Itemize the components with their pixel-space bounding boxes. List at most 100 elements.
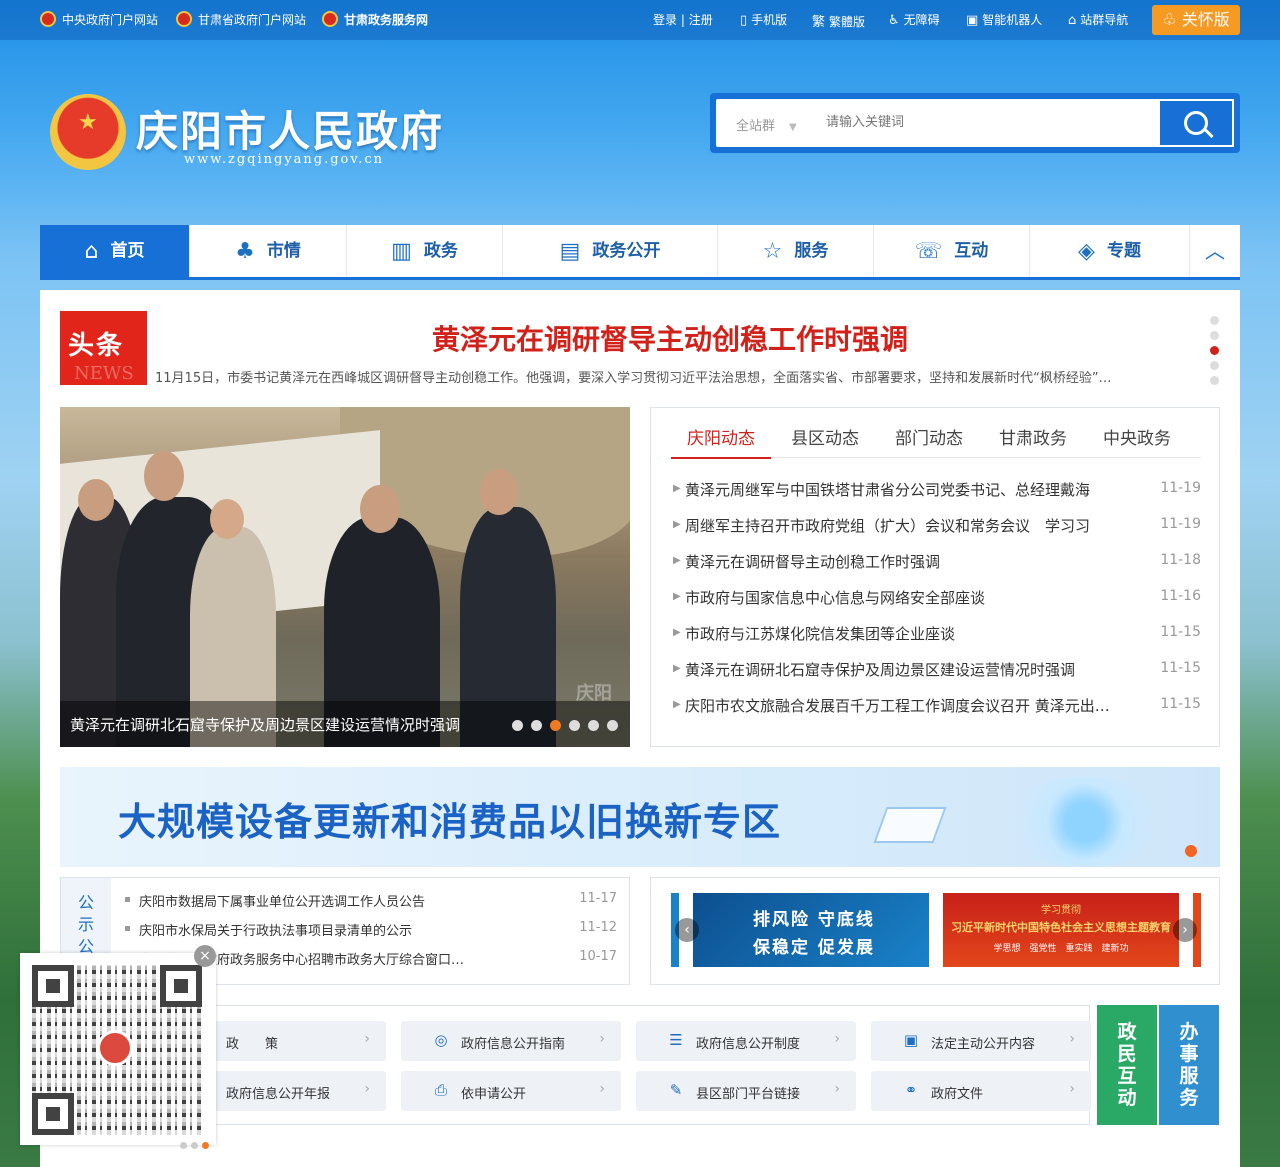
list-item[interactable]: ▶ 市政府与江苏煤化院信发集团等企业座谈 11-15: [671, 624, 1201, 662]
gov-documents-button[interactable]: ⚭ 政府文件 ›: [871, 1071, 1091, 1111]
care-mode-button[interactable]: ♧ 关怀版: [1152, 5, 1240, 35]
photo-caption-bar: 黄泽元在调研北石窟寺保护及周边景区建设运营情况时强调: [60, 701, 630, 747]
headline-title[interactable]: 黄泽元在调研督导主动创稳工作时强调: [160, 318, 1180, 358]
caret-right-icon: ▶: [673, 627, 681, 638]
link-gansu-service[interactable]: 甘肃政务服务网: [322, 11, 428, 28]
landmark-icon: ♣: [235, 239, 255, 264]
promo-slider: 排风险 守底线 保稳定 促发展 学习贯彻 习近平新时代中国特色社会主义思想主题教…: [650, 877, 1220, 985]
star-icon: ★: [78, 110, 98, 135]
nav-home[interactable]: ⌂ 首页: [40, 225, 190, 277]
collapse-nav-button[interactable]: ︿: [1190, 225, 1240, 277]
nav-city-info[interactable]: ♣ 市情: [190, 225, 347, 277]
national-emblem-icon: [322, 11, 338, 27]
tab-county-news[interactable]: 县区动态: [791, 424, 859, 449]
search-input[interactable]: [826, 107, 1146, 137]
login-register: 登录 | 注册: [653, 13, 713, 27]
nav-topics[interactable]: ◈ 专题: [1030, 225, 1190, 277]
qr-dot-active[interactable]: [202, 1142, 209, 1149]
apply-disclosure-button[interactable]: ⎙ 依申请公开 ›: [401, 1071, 621, 1111]
chevron-up-icon: ︿: [1205, 239, 1225, 263]
statutory-content-button[interactable]: ▣ 法定主动公开内容 ›: [871, 1021, 1091, 1061]
search-scope-select[interactable]: 全站群 ▼: [736, 115, 797, 134]
robot-link[interactable]: ▣ 智能机器人: [966, 11, 1042, 28]
list-item[interactable]: ▶ 周继军主持召开市政府党组（扩大）会议和常务会议 学习习 11-19: [671, 516, 1201, 554]
headline-dot[interactable]: [1210, 331, 1219, 340]
nav-interact[interactable]: ☏ 互动: [874, 225, 1030, 277]
disclosure-guide-button[interactable]: ◎ 政府信息公开指南 ›: [401, 1021, 621, 1061]
nav-service[interactable]: ☆ 服务: [718, 225, 874, 277]
photo-person-head: [210, 499, 244, 539]
photo-caption[interactable]: 黄泽元在调研北石窟寺保护及周边景区建设运营情况时强调: [70, 714, 460, 735]
national-emblem-icon: [176, 11, 192, 27]
site-title[interactable]: 庆阳市人民政府: [136, 98, 444, 159]
tab-department-news[interactable]: 部门动态: [895, 424, 963, 449]
list-item[interactable]: ▶ 黄泽元在调研北石窟寺保护及周边景区建设运营情况时强调 11-15: [671, 660, 1201, 698]
top-bar: 中央政府门户网站 甘肃省政府门户网站 甘肃政务服务网 登录 | 注册 ▯ 手机版 …: [0, 0, 1280, 40]
tab-qingyang-news[interactable]: 庆阳动态: [671, 424, 771, 459]
caret-right-icon: ▶: [673, 555, 681, 566]
promo-study-card[interactable]: 学习贯彻 习近平新时代中国特色社会主义思想主题教育 学思想 强党性 重实践 建新…: [943, 893, 1179, 967]
caret-right-icon: ▶: [673, 591, 681, 602]
photo-carousel[interactable]: 庆阳 黄泽元在调研北石窟寺保护及周边景区建设运营情况时强调: [60, 407, 630, 747]
tab-central-affairs[interactable]: 中央政务: [1103, 424, 1171, 449]
promo-risk-card[interactable]: 排风险 守底线 保稳定 促发展: [693, 893, 929, 967]
bullet-icon: [125, 926, 130, 931]
list-item[interactable]: 庆阳市数据局下属事业单位公开选调工作人员公告 11-17: [123, 891, 617, 923]
disclosure-system-button[interactable]: ☰ 政府信息公开制度 ›: [636, 1021, 856, 1061]
photo-dot[interactable]: [569, 720, 580, 731]
citizen-interaction-button[interactable]: 政民互动: [1097, 1005, 1157, 1125]
trade-in-banner[interactable]: 大规模设备更新和消费品以旧换新专区: [60, 767, 1220, 867]
caret-down-icon: ▼: [789, 122, 797, 133]
headline-summary[interactable]: 11月15日，市委书记黄泽元在西峰城区调研督导主动创稳工作。他强调，要深入学习贯…: [155, 367, 1195, 386]
caret-right-icon: ▶: [673, 699, 681, 710]
mobile-link[interactable]: ▯ 手机版: [740, 11, 787, 28]
qr-finder: [32, 965, 74, 1007]
chevron-right-icon: ›: [1069, 1081, 1075, 1097]
accessible-link[interactable]: ♿ 无障碍: [888, 11, 940, 28]
banner-dot-graphic: [1185, 845, 1197, 857]
qr-dot[interactable]: [191, 1142, 198, 1149]
list-item[interactable]: ▶ 市政府与国家信息中心信息与网络安全部座谈 11-16: [671, 588, 1201, 626]
chevron-right-icon: ›: [1069, 1031, 1075, 1047]
search-inner: 全站群 ▼: [716, 99, 1234, 147]
nav-disclosure[interactable]: ▤ 政务公开: [503, 225, 718, 277]
photo-dot-active[interactable]: [550, 720, 561, 731]
tab-gansu-affairs[interactable]: 甘肃政务: [999, 424, 1067, 449]
photo-dot[interactable]: [531, 720, 542, 731]
photo-dot[interactable]: [607, 720, 618, 731]
caret-right-icon: ▶: [673, 663, 681, 674]
headline-dot[interactable]: [1210, 316, 1219, 325]
qr-dot[interactable]: [180, 1142, 187, 1149]
photo-person-head: [480, 469, 518, 515]
traditional-link[interactable]: 繁繁體版: [812, 11, 865, 30]
county-platform-button[interactable]: ✎ 县区部门平台链接 ›: [636, 1071, 856, 1111]
photo-dot[interactable]: [512, 720, 523, 731]
list-item[interactable]: ▶ 黄泽元在调研督导主动创稳工作时强调 11-18: [671, 552, 1201, 590]
city-emblem-logo[interactable]: ★: [50, 94, 126, 170]
search-button[interactable]: [1158, 99, 1234, 147]
list-item[interactable]: ▶ 庆阳市农文旅融合发展百千万工程工作调度会议召开 黄泽元出… 11-15: [671, 696, 1201, 734]
link-central-gov[interactable]: 中央政府门户网站: [40, 11, 158, 28]
online-service-button[interactable]: 办事服务: [1159, 1005, 1219, 1125]
headline-dot[interactable]: [1210, 361, 1219, 370]
photo-dot[interactable]: [588, 720, 599, 731]
star-icon: ☆: [762, 239, 783, 264]
sitemap-icon: ⌂: [1068, 13, 1077, 28]
headline-dot[interactable]: [1210, 376, 1219, 385]
headline-dot-active[interactable]: [1210, 346, 1219, 355]
link-gansu-gov[interactable]: 甘肃省政府门户网站: [176, 11, 306, 28]
compass-icon: ◎: [434, 1031, 448, 1049]
headline-pager: [1210, 316, 1220, 391]
list-item[interactable]: ▶ 黄泽元周继军与中国铁塔甘肃省分公司党委书记、总经理戴海 11-19: [671, 480, 1201, 518]
main-content: 头条 NEWS 黄泽元在调研督导主动创稳工作时强调 11月15日，市委书记黄泽元…: [40, 290, 1240, 1167]
promo-next-button[interactable]: ›: [1173, 918, 1197, 942]
close-icon[interactable]: ×: [194, 945, 216, 967]
promo-prev-button[interactable]: ‹: [675, 918, 699, 942]
register-link[interactable]: 注册: [689, 13, 713, 27]
phone-icon: ▯: [740, 13, 748, 28]
banner-globe-graphic: [1000, 777, 1170, 867]
site-nav-link[interactable]: ⌂ 站群导航: [1068, 11, 1128, 28]
nav-government[interactable]: ▥ 政务: [347, 225, 503, 277]
login-link[interactable]: 登录: [653, 13, 677, 27]
bullet-icon: [125, 897, 130, 902]
